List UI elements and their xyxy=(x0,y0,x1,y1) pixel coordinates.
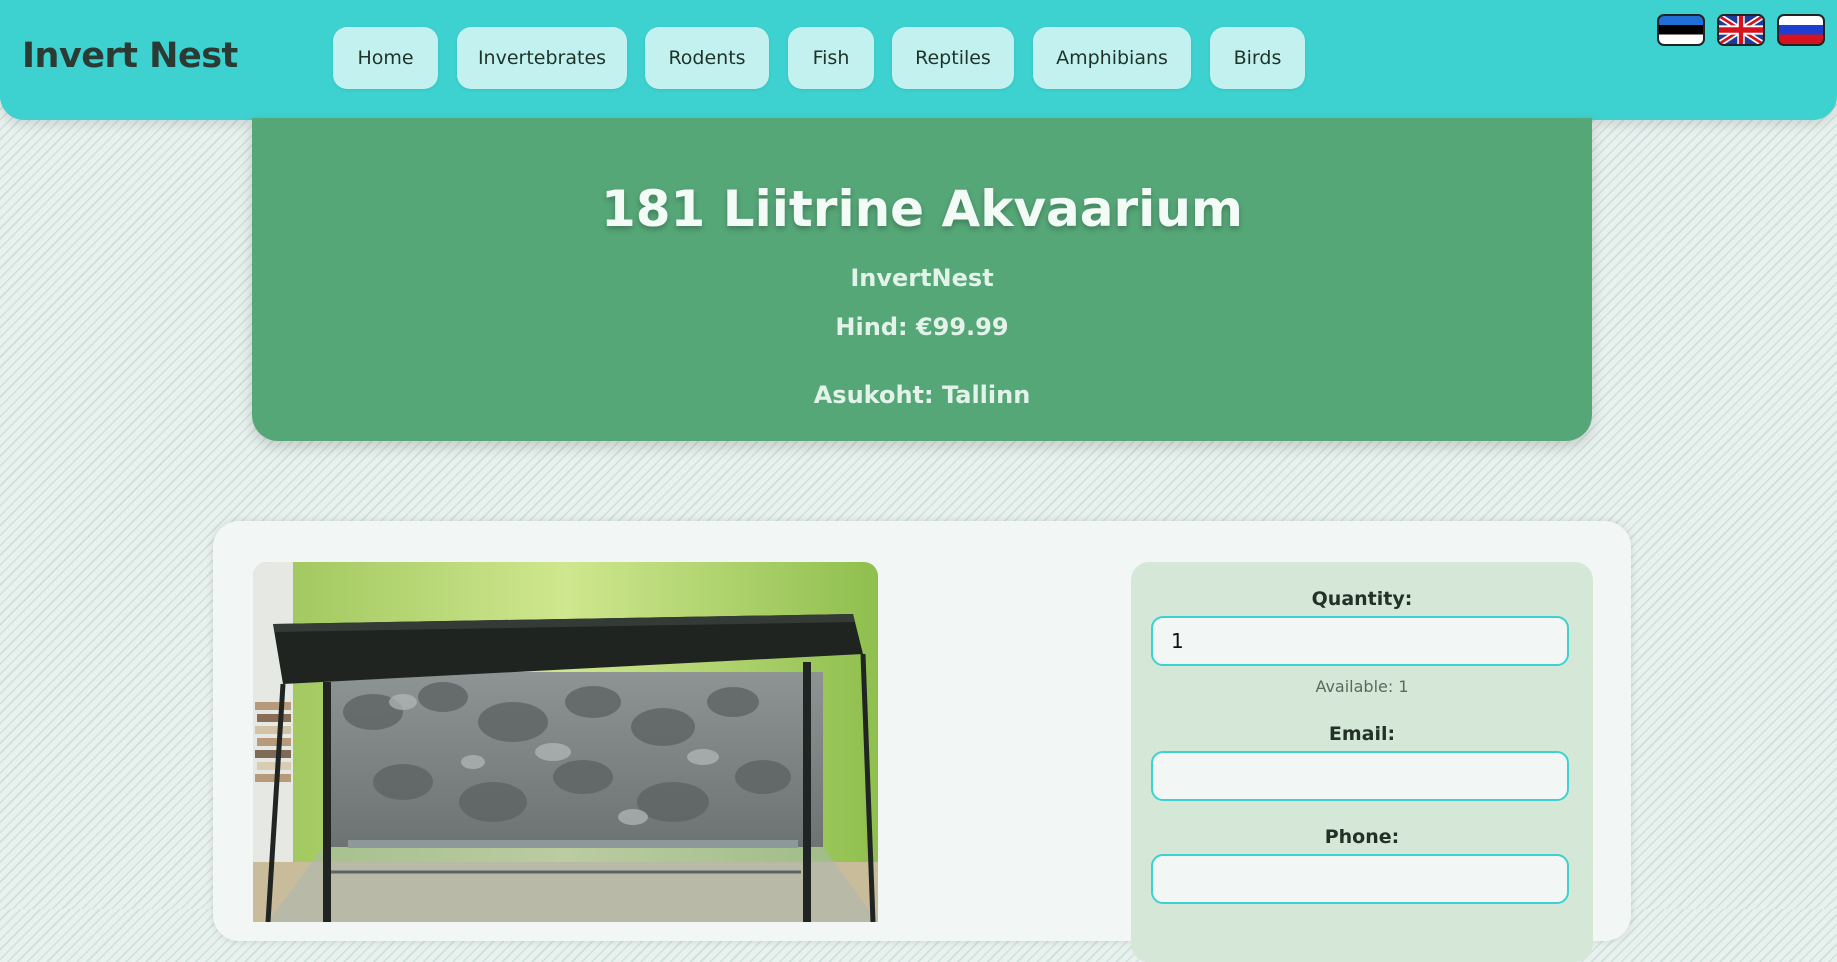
nav-home-button[interactable]: Home xyxy=(333,27,438,89)
nav-amphibians-button[interactable]: Amphibians xyxy=(1033,27,1191,89)
product-photo xyxy=(253,562,878,922)
nav-invertebrates-button[interactable]: Invertebrates xyxy=(457,27,627,89)
phone-label: Phone: xyxy=(1324,826,1400,848)
nav-fish-button[interactable]: Fish xyxy=(788,27,874,89)
site-logo[interactable]: Invert Nest xyxy=(22,36,238,76)
nav-reptiles-button[interactable]: Reptiles xyxy=(892,27,1014,89)
product-seller: InvertNest xyxy=(850,264,994,292)
russian-flag-icon[interactable] xyxy=(1777,14,1825,46)
phone-input[interactable] xyxy=(1151,854,1569,904)
quantity-input[interactable] xyxy=(1151,616,1569,666)
email-input[interactable] xyxy=(1151,751,1569,801)
product-location: Asukoht: Tallinn xyxy=(813,381,1031,409)
aquarium-image xyxy=(253,562,878,922)
nav-birds-button[interactable]: Birds xyxy=(1210,27,1305,89)
available-count: Available: 1 xyxy=(1315,677,1409,696)
product-title-card: 181 Liitrine Akvaarium Asukoht: Tallinn … xyxy=(252,118,1592,441)
nav-rodents-button[interactable]: Rodents xyxy=(645,27,769,89)
uk-flag-icon[interactable] xyxy=(1717,14,1765,46)
site-header: Invert Nest Home Invertebrates Rodents F… xyxy=(0,0,1837,120)
product-detail-card: Quantity: Available: 1 Email: Phone: xyxy=(213,521,1631,962)
email-label: Email: xyxy=(1328,723,1396,745)
order-form: Quantity: Available: 1 Email: Phone: xyxy=(1131,562,1593,962)
product-price: Hind: €99.99 xyxy=(835,313,1009,341)
estonian-flag-icon[interactable] xyxy=(1657,14,1705,46)
product-title: 181 Liitrine Akvaarium xyxy=(600,180,1244,238)
quantity-label: Quantity: xyxy=(1311,588,1413,610)
